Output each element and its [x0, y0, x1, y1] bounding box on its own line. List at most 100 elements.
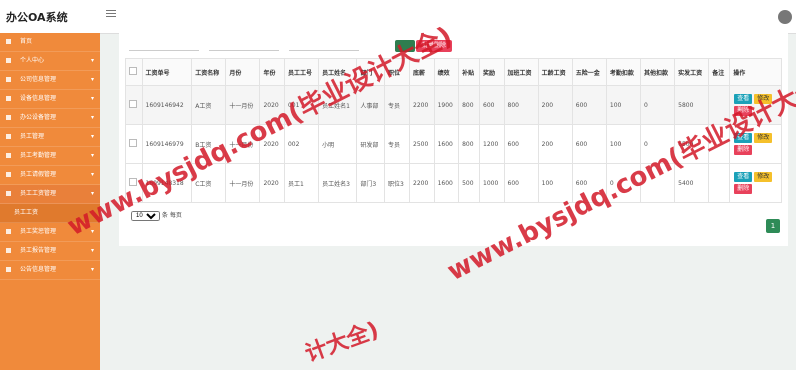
grid-icon	[6, 134, 11, 139]
sidebar-item-salary[interactable]: 员工工资管理 ▾	[0, 185, 100, 204]
col-header[interactable]: 月份	[225, 58, 261, 86]
table-cell: 1609146979	[141, 124, 193, 164]
sidebar-item-office-device[interactable]: 办公设备管理 ▾	[0, 109, 100, 128]
table-cell: 2020	[259, 163, 285, 203]
avatar[interactable]	[778, 10, 792, 24]
select-all-checkbox[interactable]	[129, 67, 137, 75]
table-cell: 1900	[433, 85, 460, 125]
search-input-month[interactable]	[289, 38, 359, 51]
sidebar-item-report[interactable]: 员工报告管理 ▾	[0, 242, 100, 261]
table-row[interactable]: 1609148318 C工资 十一月份 2020 员工1 员工姓名3 部门3 职…	[125, 163, 782, 203]
row-select-cell[interactable]	[125, 124, 143, 164]
col-header[interactable]: 工龄工资	[537, 58, 573, 86]
table-row[interactable]: 1609146942 A工资 十一月份 2020 001 员工姓名1 人事部 专…	[125, 85, 782, 125]
col-header[interactable]: 奖励	[479, 58, 505, 86]
view-button[interactable]: 查看	[734, 172, 753, 182]
table-cell: 600	[571, 124, 607, 164]
edit-button[interactable]: 修改	[754, 172, 773, 182]
col-header[interactable]: 工资名称	[191, 58, 227, 86]
table-header-row: 工资单号 工资名称 月份 年份 员工工号 员工姓名 部门 职位 底薪 绩效 补贴…	[125, 58, 782, 86]
edit-button[interactable]: 修改	[754, 94, 773, 104]
table-cell: 员工1	[283, 163, 320, 203]
sidebar-item-attendance[interactable]: 员工考勤管理 ▾	[0, 147, 100, 166]
row-checkbox[interactable]	[129, 100, 137, 108]
chevron-down-icon: ▾	[90, 228, 94, 235]
batch-delete-button[interactable]: 批量删除	[416, 40, 452, 52]
col-header[interactable]: 实发工资	[674, 58, 710, 86]
row-checkbox[interactable]	[129, 178, 137, 186]
col-header[interactable]: 底薪	[409, 58, 435, 86]
grid-icon	[6, 115, 11, 120]
col-header[interactable]: 工资单号	[141, 58, 193, 86]
chevron-down-icon: ▾	[90, 247, 94, 254]
table-cell: 职位3	[383, 163, 411, 203]
page-size-selector: 10 条 每页	[131, 210, 182, 221]
view-button[interactable]: 查看	[734, 133, 753, 143]
col-header[interactable]: 五险一金	[571, 58, 607, 86]
col-header[interactable]: 职位	[383, 58, 411, 86]
table-cell: 十一月份	[225, 85, 261, 125]
grid-icon	[6, 96, 11, 101]
menu-toggle-icon[interactable]	[106, 10, 116, 18]
grid-icon	[6, 77, 11, 82]
table-cell	[640, 163, 676, 203]
sidebar-item-reward[interactable]: 员工奖惩管理 ▾	[0, 223, 100, 242]
chevron-down-icon: ▾	[90, 76, 94, 83]
action-cell: 查看 修改 删除	[729, 124, 782, 164]
col-header[interactable]: 员工姓名	[318, 58, 358, 86]
delete-button[interactable]: 删除	[734, 106, 753, 116]
table-cell: 2020	[259, 124, 285, 164]
table-cell: 800	[458, 85, 480, 125]
col-header[interactable]: 员工工号	[283, 58, 320, 86]
chevron-down-icon: ▾	[90, 266, 94, 273]
delete-button[interactable]: 删除	[734, 145, 753, 155]
col-header[interactable]: 绩效	[433, 58, 460, 86]
edit-button[interactable]: 修改	[754, 133, 773, 143]
table-cell: 5800	[674, 85, 710, 125]
action-cell: 查看 修改 删除	[729, 163, 782, 203]
col-header[interactable]: 补贴	[458, 58, 480, 86]
search-input-name[interactable]	[209, 38, 279, 51]
sidebar-item-leave[interactable]: 员工请假管理 ▾	[0, 166, 100, 185]
table-cell: 001	[283, 85, 320, 125]
salary-table: 工资单号 工资名称 月份 年份 员工工号 员工姓名 部门 职位 底薪 绩效 补贴…	[125, 58, 782, 203]
col-header[interactable]: 部门	[356, 58, 385, 86]
table-cell: B工资	[191, 124, 227, 164]
page-size-select[interactable]: 10	[131, 211, 160, 221]
sidebar-item-device-info[interactable]: 设备信息管理 ▾	[0, 90, 100, 109]
table-cell	[708, 163, 731, 203]
row-select-cell[interactable]	[125, 163, 143, 203]
table-cell: 员工姓名1	[318, 85, 358, 125]
col-header[interactable]: 加班工资	[503, 58, 539, 86]
table-cell: 002	[283, 124, 320, 164]
grid-icon	[6, 267, 11, 272]
search-button[interactable]	[395, 40, 415, 52]
row-select-cell[interactable]	[125, 85, 143, 125]
table-cell: 2200	[409, 85, 435, 125]
sidebar-item-home[interactable]: 首页	[0, 33, 100, 52]
sidebar-item-profile[interactable]: 个人中心 ▾	[0, 52, 100, 71]
sidebar-item-employee[interactable]: 员工管理 ▾	[0, 128, 100, 147]
table-cell: 600	[503, 163, 539, 203]
chevron-down-icon: ▾	[90, 95, 94, 102]
search-input-id[interactable]	[129, 38, 199, 51]
table-row[interactable]: 1609146979 B工资 十一月份 2020 002 小明 研发部 专员 2…	[125, 124, 782, 164]
table-cell: 0	[640, 85, 676, 125]
chevron-down-icon: ▾	[90, 190, 94, 197]
col-header[interactable]: 年份	[259, 58, 285, 86]
table-cell: 100	[537, 163, 573, 203]
sidebar-item-company[interactable]: 公司信息管理 ▾	[0, 71, 100, 90]
delete-button[interactable]: 删除	[734, 184, 753, 194]
col-header[interactable]: 考勤扣款	[605, 58, 642, 86]
table-cell: 部门3	[356, 163, 385, 203]
sidebar-item-notice[interactable]: 公告信息管理 ▾	[0, 261, 100, 280]
sidebar-subitem-salary[interactable]: 员工工资	[0, 204, 100, 223]
select-all-cell[interactable]	[125, 58, 143, 86]
table-cell: 600	[571, 85, 607, 125]
view-button[interactable]: 查看	[734, 94, 753, 104]
col-header[interactable]: 其他扣款	[640, 58, 676, 86]
table-cell: 专员	[383, 85, 411, 125]
page-number-button[interactable]: 1	[766, 219, 780, 233]
table-cell: 200	[537, 124, 573, 164]
row-checkbox[interactable]	[129, 139, 137, 147]
